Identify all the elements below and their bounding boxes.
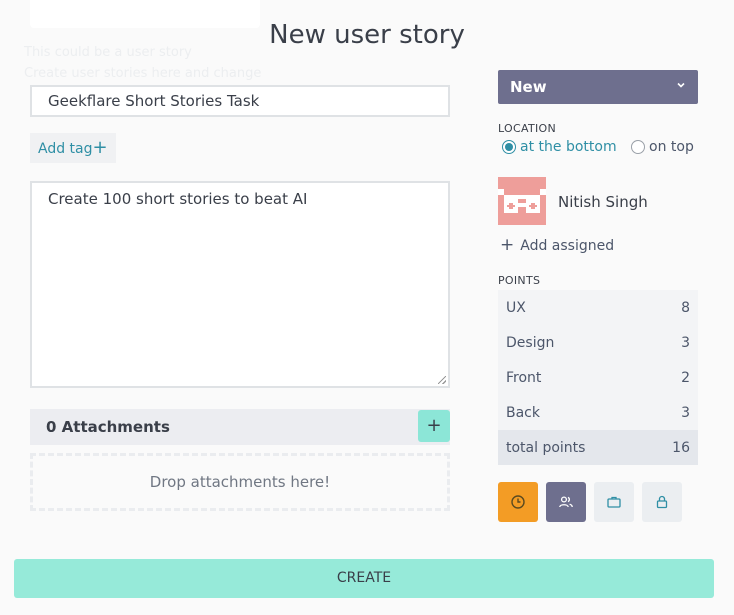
team-requirement-button[interactable] (546, 482, 586, 522)
points-label: POINTS (498, 274, 541, 287)
add-attachment-button[interactable]: + (418, 410, 450, 442)
users-icon (559, 496, 573, 508)
location-option-label: at the bottom (520, 139, 617, 155)
points-total-row: total points 16 (498, 430, 698, 465)
add-assigned-button[interactable]: + Add assigned (500, 235, 614, 255)
radio-icon (631, 140, 645, 154)
location-option-bottom[interactable]: at the bottom (502, 139, 617, 155)
description-textarea[interactable]: Create 100 short stories to beat AI (30, 181, 450, 388)
description-text: Create 100 short stories to beat AI (48, 190, 308, 208)
points-role: UX (506, 299, 526, 316)
add-tag-label: Add tag (38, 141, 93, 157)
points-value: 3 (681, 334, 690, 351)
briefcase-icon (607, 496, 621, 508)
location-option-top[interactable]: on top (631, 139, 694, 155)
attachments-header: 0 Attachments + (30, 409, 450, 445)
points-role: Design (506, 334, 555, 351)
total-points-label: total points (506, 439, 586, 456)
plus-icon: + (92, 137, 108, 158)
client-requirement-button[interactable] (594, 482, 634, 522)
points-row[interactable]: Front 2 (498, 360, 698, 395)
create-button[interactable]: CREATE (14, 559, 714, 598)
resize-handle-icon[interactable] (438, 376, 446, 384)
points-row[interactable]: UX 8 (498, 290, 698, 325)
clock-icon (511, 495, 525, 509)
due-date-button[interactable] (498, 482, 538, 522)
status-dropdown[interactable]: New (498, 70, 698, 104)
chevron-down-icon (676, 70, 686, 104)
dialog-title: New user story (269, 20, 465, 50)
points-row[interactable]: Design 3 (498, 325, 698, 360)
add-assigned-label: Add assigned (520, 238, 615, 254)
avatar[interactable] (498, 177, 546, 225)
points-value: 3 (681, 404, 690, 421)
location-option-label: on top (649, 139, 694, 155)
attachments-count: 0 Attachments (46, 418, 170, 436)
plus-icon: + (500, 235, 515, 255)
points-role: Back (506, 404, 540, 421)
radio-selected-icon (502, 140, 516, 154)
block-button[interactable] (642, 482, 682, 522)
points-table: UX 8 Design 3 Front 2 Back 3 total points 16 (498, 290, 698, 465)
background-text-2: Create user stories here and change (24, 66, 262, 81)
status-value: New (510, 78, 547, 96)
assigned-user-name[interactable]: Nitish Singh (558, 193, 648, 211)
points-row[interactable]: Back 3 (498, 395, 698, 430)
points-value: 2 (681, 369, 690, 386)
points-role: Front (506, 369, 542, 386)
location-label: LOCATION (498, 122, 556, 135)
add-tag-button[interactable]: Add tag+ (30, 133, 116, 163)
lock-icon (656, 495, 668, 509)
total-points-value: 16 (672, 439, 690, 456)
attachment-dropzone[interactable]: Drop attachments here! (30, 453, 450, 511)
points-value: 8 (681, 299, 690, 316)
subject-input[interactable]: Geekflare Short Stories Task (30, 85, 450, 117)
